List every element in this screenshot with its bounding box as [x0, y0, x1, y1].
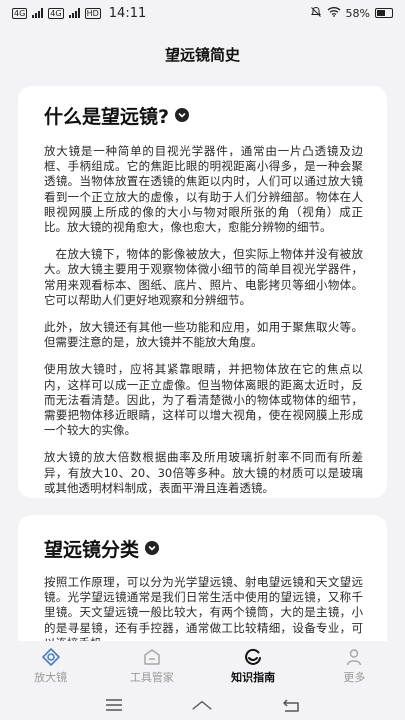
tab-guide[interactable]: 知识指南	[203, 641, 304, 686]
tab-magnifier[interactable]: 放大镜	[0, 641, 101, 686]
section-header[interactable]: 什么是望远镜?	[44, 96, 363, 134]
page-title: 望远镜简史	[164, 46, 240, 64]
bottom-nav: 放大镜 工具管家 知识指南 更多	[0, 641, 405, 686]
toolbox-icon	[144, 649, 160, 665]
section-paragraph: 按照工作原理，可以分为光学望远镜、射电望远镜和天文望远镜。光学望远镜通常是我们日…	[44, 575, 363, 650]
home-icon	[192, 700, 213, 710]
back-icon	[283, 699, 299, 712]
home-button[interactable]	[191, 694, 213, 716]
status-left: 4G 4G HD 14:11	[12, 6, 146, 21]
menu-icon	[106, 699, 123, 711]
wifi-icon	[327, 6, 341, 20]
system-nav-bar	[0, 690, 405, 720]
tab-more[interactable]: 更多	[304, 641, 405, 686]
tab-toolbox[interactable]: 工具管家	[101, 641, 202, 686]
section-paragraph: 此外，放大镜还有其他一些功能和应用，如用于聚焦取火等。但需要注意的是，放大镜并不…	[44, 320, 363, 350]
guide-icon	[245, 648, 262, 665]
network-type: 4G	[12, 7, 28, 19]
status-right: 58%	[310, 6, 393, 21]
network-type-2: 4G	[48, 7, 64, 19]
clock: 14:11	[108, 5, 147, 21]
section-title: 什么是望远镜?	[44, 105, 170, 128]
battery-percent: 58%	[345, 6, 370, 20]
mute-icon	[310, 6, 322, 21]
tab-label: 知识指南	[231, 671, 276, 684]
section-paragraph: 放大镜的放大倍数根据曲率及所用玻璃折射率不同而有所差异，有放大10、20、30倍…	[44, 450, 363, 495]
chevron-down-icon[interactable]	[175, 108, 190, 122]
section-card-classification: 望远镜分类 按照工作原理，可以分为光学望远镜、射电望远镜和天文望远镜。光学望远镜…	[18, 515, 387, 655]
section-paragraph: 使用放大镜时，应将其紧靠眼睛，并把物体放在它的焦点以内，这样可以成一正立虚像。但…	[44, 362, 363, 438]
hd-badge: HD	[84, 7, 101, 19]
person-icon	[347, 649, 362, 666]
signal-icon	[32, 8, 44, 18]
section-paragraph: 放大镜是一种简单的目视光学器件，通常由一片凸透镜及边框、手柄组成。它的焦距比眼的…	[44, 144, 363, 235]
menu-button[interactable]	[103, 694, 125, 716]
tab-label: 工具管家	[129, 671, 174, 684]
status-bar: 4G 4G HD 14:11 58%	[0, 0, 405, 26]
section-title: 望远镜分类	[44, 538, 140, 561]
magnifier-icon	[41, 648, 60, 666]
signal-icon-2	[68, 8, 80, 18]
section-card-what-is: 什么是望远镜? 放大镜是一种简单的目视光学器件，通常由一片凸透镜及边框、手柄组成…	[18, 86, 387, 498]
section-header[interactable]: 望远镜分类	[44, 529, 363, 567]
chevron-down-icon[interactable]	[145, 541, 160, 555]
back-button[interactable]	[280, 694, 302, 716]
battery-icon	[375, 8, 393, 18]
tab-label: 放大镜	[34, 671, 68, 684]
section-paragraph: 在放大镜下，物体的影像被放大，但实际上物体并没有被放大。放大镜主要用于观察物体微…	[44, 247, 363, 307]
tab-label: 更多	[343, 671, 366, 684]
